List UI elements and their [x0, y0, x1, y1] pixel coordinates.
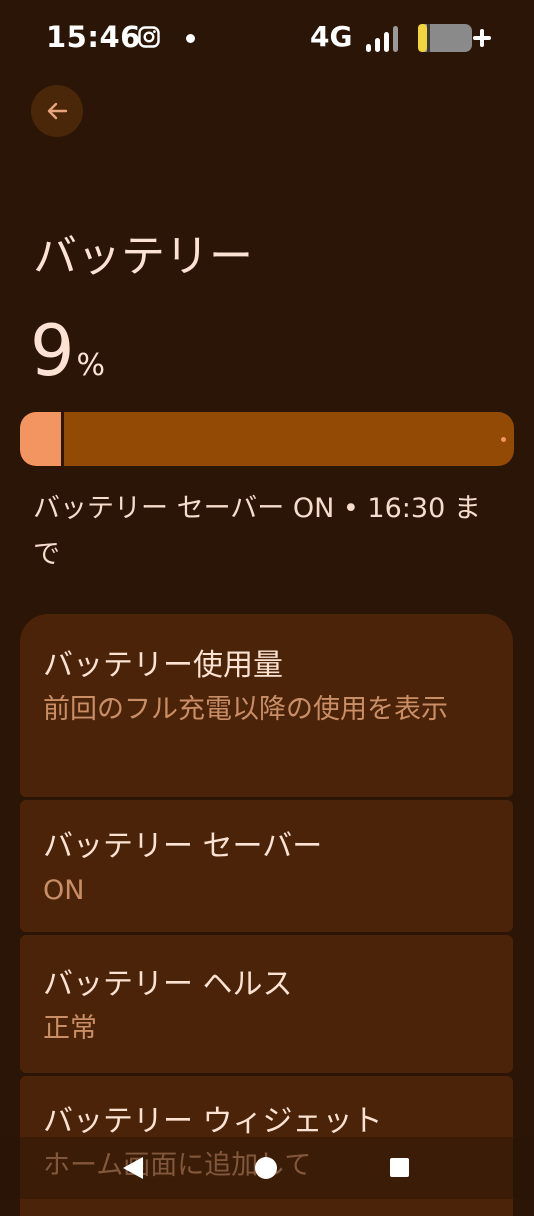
- battery-health-subtitle: 正常: [43, 1013, 97, 1044]
- battery-saver-title: バッテリー セーバー: [43, 829, 323, 864]
- notification-dot-icon: [186, 34, 195, 43]
- back-button[interactable]: [31, 85, 83, 137]
- status-time: 15:46: [46, 20, 141, 54]
- battery-charging-icon: [418, 24, 491, 52]
- back-triangle-icon[interactable]: [120, 1155, 146, 1181]
- page-title: バッテリー: [33, 231, 253, 282]
- battery-bar-end-dot: [501, 437, 506, 442]
- navigation-bar: [0, 1137, 534, 1199]
- battery-usage-title: バッテリー使用量: [43, 648, 283, 683]
- battery-saver-status: バッテリー セーバー ON • 16:30 まで: [33, 493, 481, 570]
- battery-saver-subtitle: ON: [43, 875, 85, 906]
- recents-square-icon[interactable]: [390, 1158, 409, 1177]
- network-type: 4G: [310, 20, 353, 53]
- signal-icon: [366, 26, 398, 52]
- battery-percent-unit: %: [76, 348, 106, 383]
- battery-health-title: バッテリー ヘルス: [43, 967, 293, 1002]
- arrow-left-icon: [47, 102, 68, 120]
- home-circle-icon[interactable]: [255, 1157, 277, 1179]
- battery-usage-item[interactable]: バッテリー使用量 前回のフル充電以降の使用を表示: [20, 614, 513, 797]
- instagram-icon: [138, 26, 160, 48]
- battery-percent-value: 9: [30, 310, 75, 392]
- battery-health-item[interactable]: バッテリー ヘルス 正常: [20, 935, 513, 1073]
- battery-percent: 9%: [30, 316, 105, 386]
- battery-usage-subtitle: 前回のフル充電以降の使用を表示: [43, 694, 448, 725]
- status-bar: 15:46 4G: [0, 0, 534, 78]
- battery-saver-item[interactable]: バッテリー セーバー ON: [20, 800, 513, 932]
- battery-level-bar: [20, 412, 514, 466]
- battery-level-fill: [20, 412, 64, 466]
